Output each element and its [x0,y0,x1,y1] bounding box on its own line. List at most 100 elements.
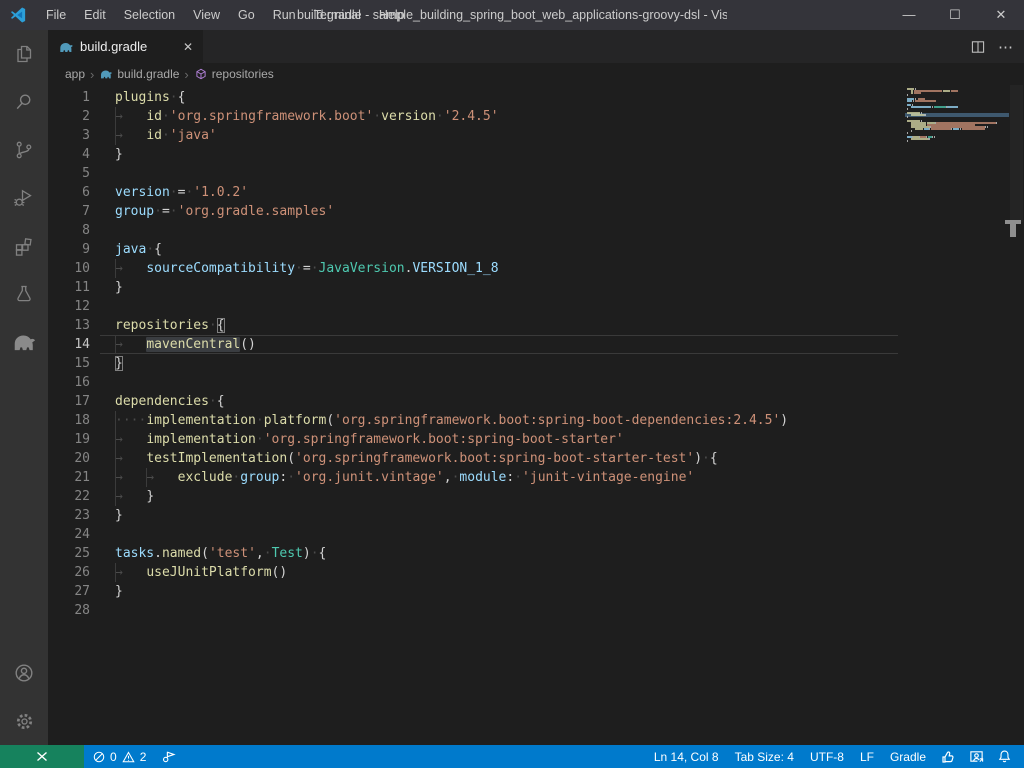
code-line[interactable]: 26→ useJUnitPlatform() [48,563,1024,582]
code-text[interactable] [90,601,115,620]
tab-build-gradle[interactable]: build.gradle ✕ [48,30,204,63]
line-number[interactable]: 3 [48,126,90,145]
breadcrumb-repositories[interactable]: repositories [194,67,274,81]
line-number[interactable]: 26 [48,563,90,582]
code-text[interactable] [90,164,115,183]
code-line[interactable]: 25tasks.named('test',·Test)·{ [48,544,1024,563]
line-number[interactable]: 25 [48,544,90,563]
line-number[interactable]: 1 [48,88,90,107]
tab-close-icon[interactable]: ✕ [181,40,195,54]
code-line[interactable]: 9java·{ [48,240,1024,259]
code-line[interactable]: 10→ sourceCompatibility·=·JavaVersion.VE… [48,259,1024,278]
accounts-icon[interactable] [0,649,48,697]
line-number[interactable]: 17 [48,392,90,411]
code-line[interactable]: 18····implementation·platform('org.sprin… [48,411,1024,430]
menu-edit[interactable]: Edit [75,0,115,30]
code-text[interactable]: version·=·'1.0.2' [90,183,248,202]
code-line[interactable]: 7group·=·'org.gradle.samples' [48,202,1024,221]
code-text[interactable]: tasks.named('test',·Test)·{ [90,544,326,563]
code-text[interactable]: } [90,278,123,297]
code-text[interactable] [90,221,115,240]
code-line[interactable]: 22→ } [48,487,1024,506]
code-text[interactable]: group·=·'org.gradle.samples' [90,202,334,221]
code-text[interactable]: → id·'java' [90,126,217,145]
code-line[interactable]: 6version·=·'1.0.2' [48,183,1024,202]
editor[interactable]: 1plugins·{2→ id·'org.springframework.boo… [48,85,1024,745]
line-number[interactable]: 24 [48,525,90,544]
breadcrumb-build-gradle[interactable]: build.gradle [99,67,179,81]
code-text[interactable] [90,373,115,392]
problems-indicator[interactable]: 0 2 [84,750,154,764]
code-text[interactable]: } [90,145,123,164]
code-text[interactable]: → } [90,487,154,506]
line-number[interactable]: 18 [48,411,90,430]
code-line[interactable]: 3→ id·'java' [48,126,1024,145]
code-line[interactable]: 27} [48,582,1024,601]
line-number[interactable]: 9 [48,240,90,259]
line-number[interactable]: 5 [48,164,90,183]
code-text[interactable]: } [90,506,123,525]
minimize-button[interactable]: — [886,0,932,30]
code-line[interactable]: 11} [48,278,1024,297]
code-text[interactable]: ····implementation·platform('org.springf… [90,411,788,430]
testing-beaker-icon[interactable] [0,270,48,318]
line-number[interactable]: 23 [48,506,90,525]
code-line[interactable]: 16 [48,373,1024,392]
close-button[interactable]: ✕ [978,0,1024,30]
settings-gear-icon[interactable] [0,697,48,745]
maximize-button[interactable]: ☐ [932,0,978,30]
line-number[interactable]: 27 [48,582,90,601]
menu-go[interactable]: Go [229,0,264,30]
code-text[interactable]: → id·'org.springframework.boot'·version·… [90,107,499,126]
code-line[interactable]: 17dependencies·{ [48,392,1024,411]
code-text[interactable]: → → exclude·group:·'org.junit.vintage',·… [90,468,694,487]
code-text[interactable]: → useJUnitPlatform() [90,563,287,582]
feedback-thumbs-up-icon[interactable] [934,749,962,764]
line-number[interactable]: 15 [48,354,90,373]
line-number[interactable]: 22 [48,487,90,506]
indentation-setting[interactable]: Tab Size: 4 [727,750,802,764]
code-line[interactable]: 21→ → exclude·group:·'org.junit.vintage'… [48,468,1024,487]
code-line[interactable]: 20→ testImplementation('org.springframew… [48,449,1024,468]
code-line[interactable]: 4} [48,145,1024,164]
source-control-icon[interactable] [0,126,48,174]
minimap[interactable] [905,85,1009,745]
line-number[interactable]: 2 [48,107,90,126]
extensions-icon[interactable] [0,222,48,270]
language-mode[interactable]: Gradle [882,750,934,764]
tweet-feedback-person-icon[interactable] [962,749,991,764]
encoding[interactable]: UTF-8 [802,750,852,764]
line-number[interactable]: 21 [48,468,90,487]
run-and-debug-icon[interactable] [0,174,48,222]
code-text[interactable]: repositories·{ [90,316,225,335]
code-text[interactable]: } [90,354,123,373]
code-text[interactable]: → testImplementation('org.springframewor… [90,449,718,468]
line-number[interactable]: 7 [48,202,90,221]
line-number[interactable]: 6 [48,183,90,202]
more-actions-icon[interactable]: ⋯ [998,38,1014,56]
code-text[interactable] [90,525,115,544]
code-line[interactable]: 5 [48,164,1024,183]
line-number[interactable]: 19 [48,430,90,449]
line-number[interactable]: 4 [48,145,90,164]
code-line[interactable]: 2→ id·'org.springframework.boot'·version… [48,107,1024,126]
code-text[interactable]: → implementation·'org.springframework.bo… [90,430,624,449]
code-text[interactable] [90,297,115,316]
code-line[interactable]: 12 [48,297,1024,316]
code-line[interactable]: 19→ implementation·'org.springframework.… [48,430,1024,449]
code-line[interactable]: 28 [48,601,1024,620]
gradle-elephant-icon[interactable] [0,318,48,366]
gradle-status-flag-icon[interactable] [154,749,183,764]
vertical-scrollbar[interactable] [1010,85,1023,222]
code-text[interactable]: dependencies·{ [90,392,225,411]
code-line[interactable]: 14→ mavenCentral() [48,335,1024,354]
menu-selection[interactable]: Selection [115,0,184,30]
code-text[interactable]: java·{ [90,240,162,259]
code-line[interactable]: 15} [48,354,1024,373]
remote-indicator[interactable] [0,745,84,768]
code-line[interactable]: 24 [48,525,1024,544]
line-number[interactable]: 10 [48,259,90,278]
search-icon[interactable] [0,78,48,126]
eol-sequence[interactable]: LF [852,750,882,764]
line-number[interactable]: 11 [48,278,90,297]
